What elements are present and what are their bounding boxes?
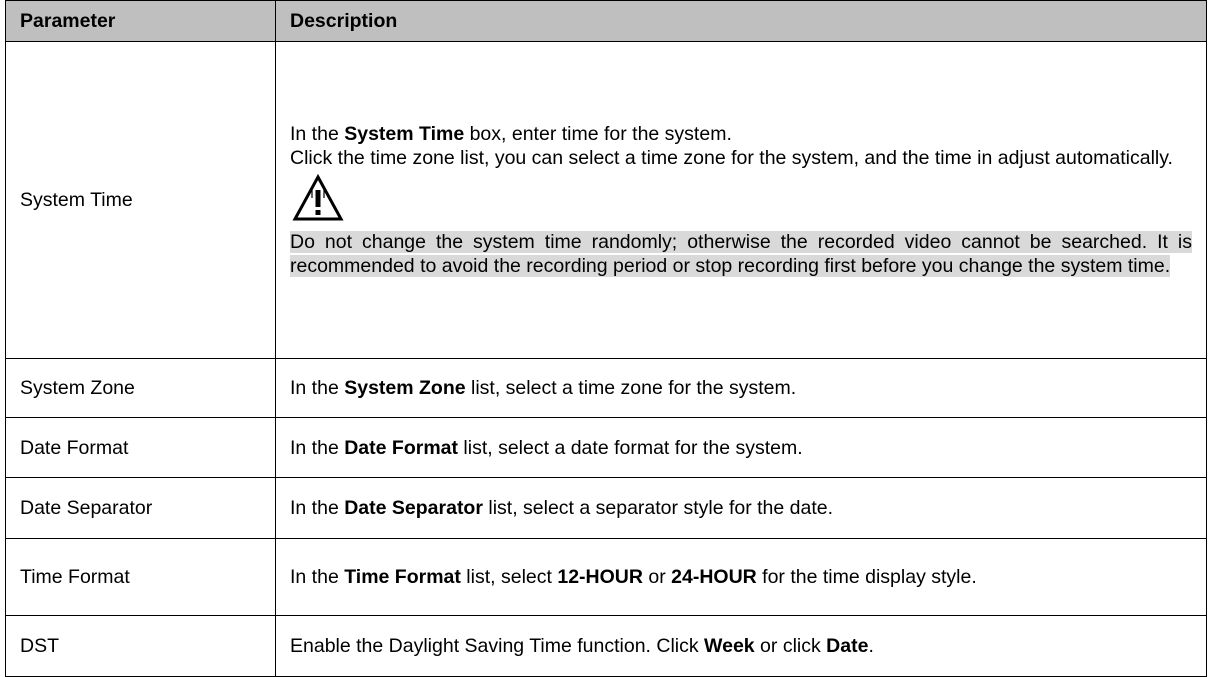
desc-text: list, select a time zone for the system. xyxy=(465,377,797,399)
desc-text: Enable the Daylight Saving Time function… xyxy=(290,635,705,657)
desc-dst: Enable the Daylight Saving Time function… xyxy=(275,615,1207,677)
param-date-separator: Date Separator xyxy=(5,477,276,539)
param-dst: DST xyxy=(5,615,276,677)
desc-text: In the xyxy=(290,436,345,459)
desc-text: list, select xyxy=(460,566,558,588)
table-row: System Time In the System Time box, ente… xyxy=(5,41,1207,359)
desc-line: In the System Time box, enter time for t… xyxy=(290,122,1192,146)
desc-bold: Date xyxy=(826,635,869,657)
desc-bold: 12-HOUR xyxy=(557,566,643,588)
param-system-zone: System Zone xyxy=(5,358,276,418)
table-row: Time Format In the Time Format list, sel… xyxy=(5,538,1207,616)
desc-system-time: In the System Time box, enter time for t… xyxy=(275,41,1207,359)
warning-triangle-icon xyxy=(292,174,344,221)
desc-system-zone: In the System Zone list, select a time z… xyxy=(275,358,1207,418)
desc-bold: Week xyxy=(704,635,755,657)
desc-time-format: In the Time Format list, select 12-HOUR … xyxy=(275,538,1207,616)
desc-text: list, select a separator style for the d… xyxy=(482,497,834,519)
note-text: Do not change the system time randomly; … xyxy=(290,231,1192,277)
header-parameter: Parameter xyxy=(5,0,276,42)
desc-text: for the time display style. xyxy=(756,566,977,588)
desc-text: In the xyxy=(290,566,345,588)
desc-date-format: In the Date Format list, select a date f… xyxy=(275,417,1207,478)
desc-text: . xyxy=(868,635,874,657)
desc-text: box, enter time for the system. xyxy=(464,123,732,145)
desc-text: list, select a date format for the syste… xyxy=(458,436,803,459)
desc-bold: System Time xyxy=(344,123,465,145)
param-system-time: System Time xyxy=(5,41,276,359)
table-row: Date Format In the Date Format list, sel… xyxy=(5,417,1207,478)
desc-text: In the xyxy=(290,377,345,399)
desc-text: or xyxy=(642,566,672,588)
table-header-row: Parameter Description xyxy=(5,0,1207,42)
parameter-table: Parameter Description System Time In the… xyxy=(5,0,1207,677)
table-row: DST Enable the Daylight Saving Time func… xyxy=(5,615,1207,677)
table-row: Date Separator In the Date Separator lis… xyxy=(5,477,1207,539)
desc-text: In the xyxy=(290,497,345,519)
desc-bold: Time Format xyxy=(344,566,461,588)
desc-text: In the xyxy=(290,123,345,145)
desc-bold: Date Separator xyxy=(344,497,483,519)
table-row: System Zone In the System Zone list, sel… xyxy=(5,358,1207,418)
desc-date-separator: In the Date Separator list, select a sep… xyxy=(275,477,1207,539)
param-date-format: Date Format xyxy=(5,417,276,478)
desc-line: Click the time zone list, you can select… xyxy=(290,147,1173,169)
param-time-format: Time Format xyxy=(5,538,276,616)
desc-text: or click xyxy=(754,635,827,657)
header-description: Description xyxy=(275,0,1207,42)
desc-bold: Date Format xyxy=(344,436,458,459)
desc-bold: System Zone xyxy=(344,377,466,399)
desc-bold: 24-HOUR xyxy=(671,566,757,588)
